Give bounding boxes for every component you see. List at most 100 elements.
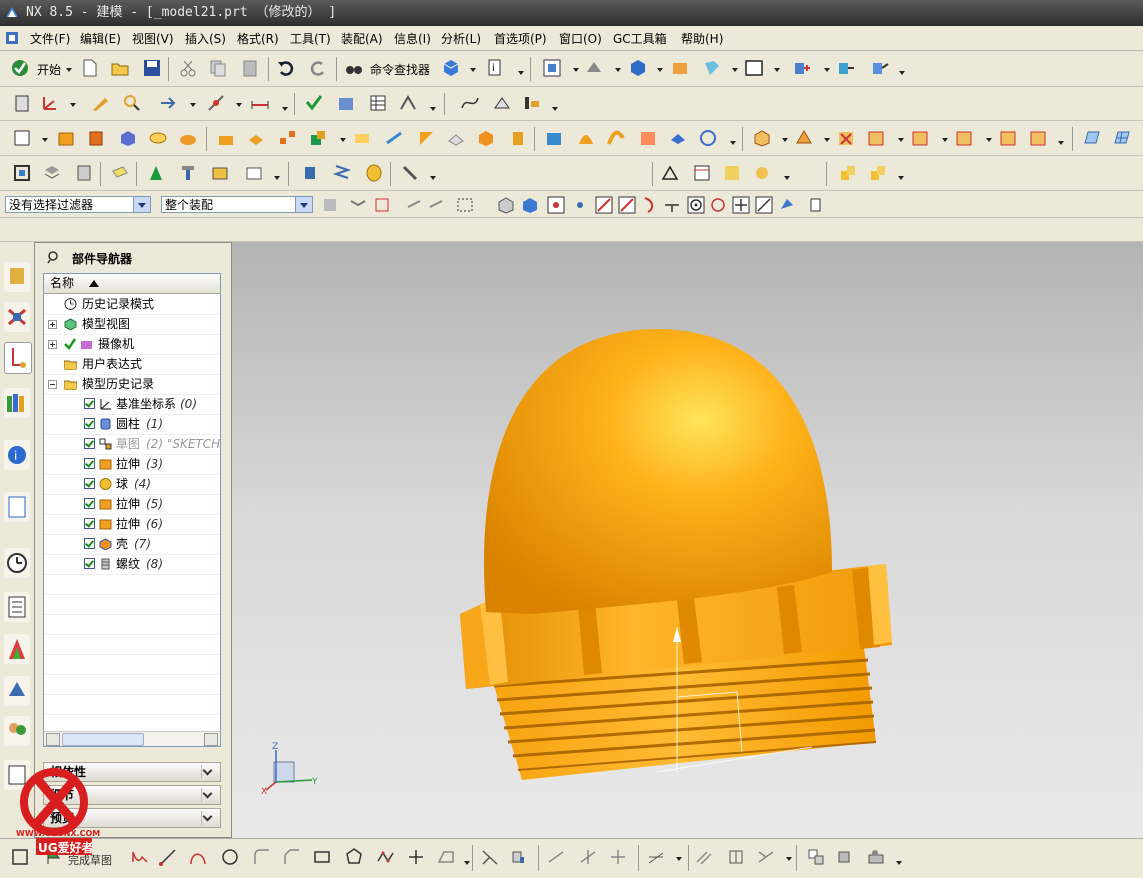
select-box-icon[interactable]: [372, 195, 392, 215]
binoculars-icon[interactable]: [344, 58, 364, 78]
fillet-icon[interactable]: [252, 847, 272, 867]
rib-icon[interactable]: [216, 128, 236, 148]
expand-plus-icon[interactable]: [48, 340, 57, 349]
spline-icon[interactable]: [376, 847, 396, 867]
tree-row-thread[interactable]: 螺纹 (8): [44, 554, 220, 575]
chevron-down-icon[interactable]: [70, 103, 76, 107]
chevron-down-icon[interactable]: [42, 138, 48, 142]
process-tab-icon[interactable]: [4, 592, 30, 622]
tag-icon[interactable]: [110, 163, 130, 183]
tree-row-cameras[interactable]: 摄像机: [44, 334, 220, 355]
shaded-cube-icon[interactable]: [628, 58, 648, 78]
start-button[interactable]: 开始: [37, 61, 61, 78]
background-icon[interactable]: [670, 58, 690, 78]
filter-icon[interactable]: [320, 195, 340, 215]
chevron-down-icon[interactable]: [615, 68, 621, 72]
snap-mid-icon[interactable]: [570, 195, 590, 215]
snap-line-icon[interactable]: [617, 195, 637, 215]
menu-analysis[interactable]: 分析(L): [441, 30, 481, 47]
pattern-face-icon[interactable]: [910, 128, 930, 148]
checkbox[interactable]: [84, 558, 95, 569]
checkbox[interactable]: [84, 458, 95, 469]
checkbox[interactable]: [84, 438, 95, 449]
fixed-icon[interactable]: [726, 847, 746, 867]
revolve-icon[interactable]: [86, 128, 106, 148]
checkbox[interactable]: [84, 418, 95, 429]
constraint-navigator-tab-icon[interactable]: [4, 302, 30, 332]
thicken-icon[interactable]: [576, 128, 596, 148]
new-file-icon[interactable]: [80, 58, 100, 78]
frame-icon[interactable]: [12, 163, 32, 183]
search-part-icon[interactable]: [122, 93, 142, 113]
parallel-icon[interactable]: [694, 847, 714, 867]
horizontal-scrollbar[interactable]: [44, 731, 220, 746]
chamfer-sketch-icon[interactable]: [282, 847, 302, 867]
point-list-icon[interactable]: [806, 195, 826, 215]
label-chamfer-icon[interactable]: [998, 128, 1018, 148]
extrude-icon[interactable]: [56, 128, 76, 148]
snap-icon[interactable]: [206, 93, 226, 113]
snap-arc-icon[interactable]: [640, 195, 660, 215]
chevron-down-icon[interactable]: [986, 138, 992, 142]
tree-row-extrude-6[interactable]: 拉伸 (6): [44, 514, 220, 535]
face-icon[interactable]: [638, 128, 658, 148]
arc-icon[interactable]: [188, 847, 208, 867]
abc-icon[interactable]: [244, 163, 264, 183]
scroll-left-button[interactable]: [46, 733, 60, 746]
surface-through-curves-icon[interactable]: [1082, 128, 1102, 148]
column-header[interactable]: 名称: [44, 274, 220, 294]
curve-icon[interactable]: [460, 93, 480, 113]
checkbox[interactable]: [84, 398, 95, 409]
line-icon[interactable]: [158, 847, 178, 867]
chevron-down-icon[interactable]: [942, 138, 948, 142]
history-tab-icon[interactable]: [4, 492, 30, 522]
start-icon[interactable]: [10, 58, 30, 78]
selection-filter-select[interactable]: 没有选择过滤器: [5, 196, 151, 213]
chevron-down-icon[interactable]: [657, 68, 663, 72]
boss-icon[interactable]: [178, 128, 198, 148]
chevron-down-icon[interactable]: [1058, 141, 1064, 145]
assembly-add-icon[interactable]: [792, 58, 812, 78]
pull-face-icon[interactable]: [794, 128, 814, 148]
command-finder-button[interactable]: 命令查找器: [370, 61, 430, 78]
analysis-icon[interactable]: [336, 93, 356, 113]
shell-icon[interactable]: [476, 128, 496, 148]
copy-icon[interactable]: [208, 58, 228, 78]
chevron-down-icon[interactable]: [573, 68, 579, 72]
part-icon[interactable]: [12, 93, 32, 113]
chevron-down-icon[interactable]: [274, 176, 280, 180]
chevron-down-icon[interactable]: [295, 197, 312, 212]
chevron-down-icon[interactable]: [66, 68, 72, 72]
part-navigator-tab-icon[interactable]: [4, 342, 32, 374]
render-style-icon[interactable]: [584, 58, 604, 78]
cube-icon[interactable]: [441, 58, 461, 78]
assembly-constraint-icon[interactable]: [870, 58, 890, 78]
dimension-icon[interactable]: [646, 847, 666, 867]
snap-quadrant-icon[interactable]: [708, 195, 728, 215]
profile-icon[interactable]: [130, 847, 150, 867]
scroll-right-button[interactable]: [204, 733, 218, 746]
corner-icon[interactable]: [578, 847, 598, 867]
green-tool-icon[interactable]: [146, 163, 166, 183]
select-body-icon[interactable]: [496, 195, 516, 215]
rectangle-select-icon[interactable]: [455, 195, 475, 215]
make-corner-icon[interactable]: [608, 847, 628, 867]
layers-icon[interactable]: [42, 163, 62, 183]
chevron-down-icon[interactable]: [898, 138, 904, 142]
circle-icon[interactable]: [220, 847, 240, 867]
snap-perpendicular-icon[interactable]: [754, 195, 774, 215]
menu-preferences[interactable]: 首选项(P): [494, 30, 547, 47]
fit-view-icon[interactable]: [542, 58, 562, 78]
menu-assembly[interactable]: 装配(A): [341, 30, 383, 47]
split-body-icon[interactable]: [384, 128, 404, 148]
chevron-down-icon[interactable]: [340, 138, 346, 142]
emboss-icon[interactable]: [246, 128, 266, 148]
hole-icon[interactable]: [148, 128, 168, 148]
view-section-icon[interactable]: [702, 58, 722, 78]
snap-points-icon[interactable]: [546, 195, 566, 215]
rectangle-icon[interactable]: [312, 847, 332, 867]
select-face-icon[interactable]: [426, 195, 446, 215]
chevron-down-icon[interactable]: [896, 861, 902, 865]
layout-icon[interactable]: [744, 58, 764, 78]
table-icon[interactable]: [368, 93, 388, 113]
